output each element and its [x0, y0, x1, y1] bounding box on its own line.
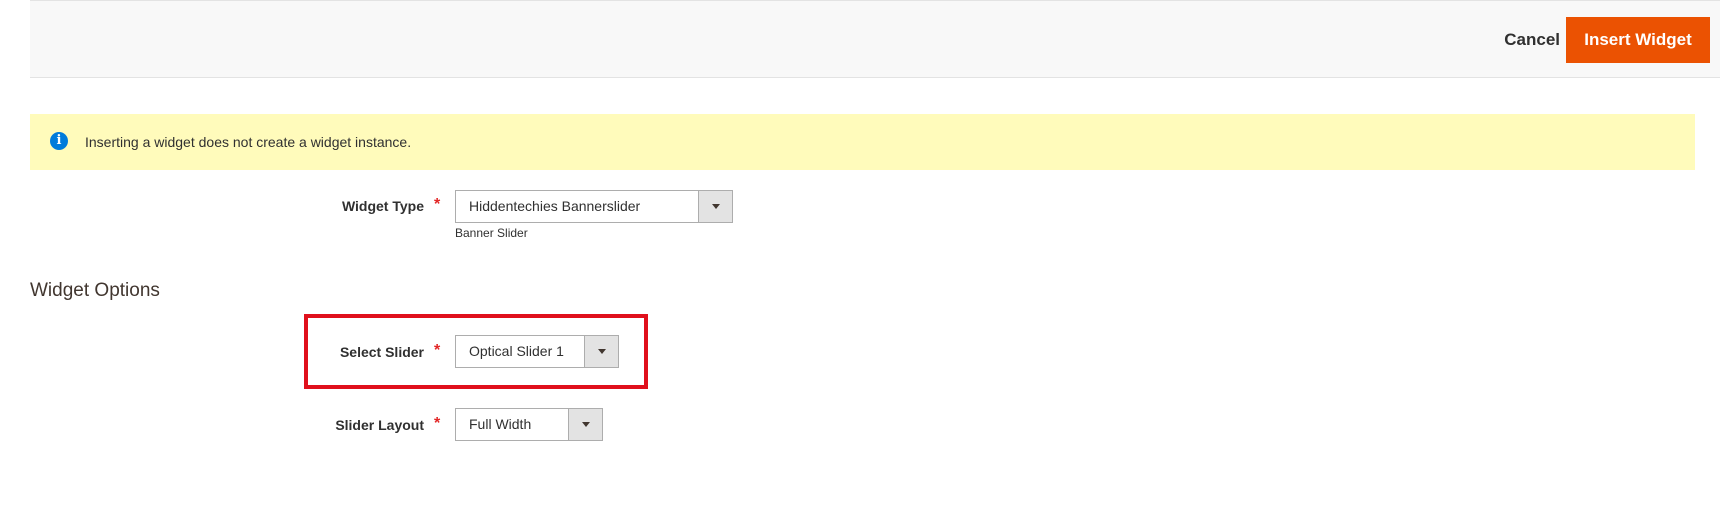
- chevron-down-icon: [598, 349, 606, 354]
- widget-type-select[interactable]: Hiddentechies Bannerslider: [455, 190, 733, 223]
- select-slider-dropdown-toggle[interactable]: [584, 336, 618, 367]
- select-slider-value: Optical Slider 1: [469, 343, 564, 359]
- chevron-down-icon: [582, 422, 590, 427]
- slider-layout-label: Slider Layout: [335, 417, 424, 433]
- widget-type-label: Widget Type: [341, 198, 424, 214]
- widget-type-dropdown-toggle[interactable]: [698, 191, 732, 222]
- modal-header-bar: Cancel Insert Widget: [30, 0, 1720, 78]
- widget-type-required-mark: *: [434, 196, 441, 213]
- chevron-down-icon: [712, 204, 720, 209]
- insert-widget-button[interactable]: Insert Widget: [1566, 17, 1710, 63]
- info-notice: i Inserting a widget does not create a w…: [30, 114, 1695, 170]
- slider-layout-select[interactable]: Full Width: [455, 408, 603, 441]
- select-slider-required-mark: *: [434, 342, 441, 359]
- widget-type-note: Banner Slider: [455, 226, 528, 240]
- slider-layout-value: Full Width: [469, 416, 532, 432]
- select-slider-select[interactable]: Optical Slider 1: [455, 335, 619, 368]
- widget-type-value: Hiddentechies Bannerslider: [469, 198, 641, 214]
- slider-layout-dropdown-toggle[interactable]: [568, 409, 602, 440]
- info-icon: i: [50, 132, 68, 150]
- widget-options-title: Widget Options: [30, 280, 160, 301]
- select-slider-label: Select Slider: [339, 344, 424, 360]
- notice-text: Inserting a widget does not create a wid…: [85, 134, 412, 150]
- slider-layout-required-mark: *: [434, 415, 441, 432]
